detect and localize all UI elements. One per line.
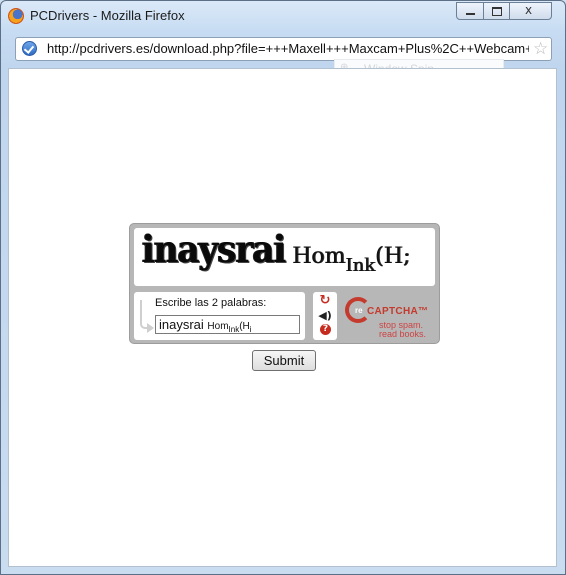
captcha-buttons: ↻ ◀) ? bbox=[313, 292, 337, 340]
firefox-icon bbox=[8, 8, 24, 24]
page-content: inaysrai HomInk(H; Escribe las 2 palabra… bbox=[8, 68, 557, 567]
logo-tagline-2: read books. bbox=[379, 329, 427, 339]
captcha-image: inaysrai HomInk(H; bbox=[134, 228, 435, 286]
url-text[interactable]: http://pcdrivers.es/download.php?file=++… bbox=[47, 41, 529, 56]
recaptcha-logo: re CAPTCHA™ stop spam. read books. bbox=[343, 294, 437, 340]
input-value-end: i bbox=[249, 325, 252, 334]
help-icon[interactable]: ? bbox=[320, 324, 331, 335]
input-value-tail: (H bbox=[239, 321, 250, 332]
browser-window: PCDrivers - Mozilla Firefox x http://pcd… bbox=[0, 0, 566, 575]
title-bar: PCDrivers - Mozilla Firefox x bbox=[1, 1, 565, 29]
close-button[interactable]: x bbox=[509, 2, 552, 20]
address-bar[interactable]: http://pcdrivers.es/download.php?file=++… bbox=[15, 37, 552, 61]
arrow-icon bbox=[140, 300, 154, 333]
star-icon[interactable]: ☆ bbox=[533, 39, 548, 59]
captcha-word-2-sub: Ink bbox=[345, 255, 375, 276]
audio-icon[interactable]: ◀) bbox=[318, 309, 332, 322]
submit-button[interactable]: Submit bbox=[252, 350, 316, 371]
captcha-word-2-tail: (H; bbox=[374, 244, 411, 269]
input-value-main: inaysrai bbox=[159, 317, 204, 332]
logo-re: re bbox=[355, 306, 363, 315]
logo-captcha: CAPTCHA™ bbox=[367, 306, 429, 317]
site-identity-icon[interactable] bbox=[22, 41, 37, 56]
captcha-response-input[interactable]: inaysrai HomInk(Hi bbox=[155, 315, 300, 334]
captcha-word-1: inaysrai bbox=[142, 228, 286, 272]
captcha-word-2-main: Hom bbox=[292, 244, 346, 269]
captcha-prompt: Escribe las 2 palabras: bbox=[155, 297, 267, 309]
maximize-button[interactable] bbox=[483, 2, 510, 20]
minimize-button[interactable] bbox=[456, 2, 484, 20]
reload-icon[interactable]: ↻ bbox=[318, 294, 332, 307]
captcha-entry-panel: Escribe las 2 palabras: inaysrai HomInk(… bbox=[134, 292, 305, 340]
recaptcha-widget: inaysrai HomInk(H; Escribe las 2 palabra… bbox=[129, 223, 440, 344]
input-value-small: Hom bbox=[207, 321, 229, 332]
input-value-sub: Ink bbox=[228, 325, 240, 334]
captcha-word-2: HomInk(H; bbox=[292, 244, 411, 276]
close-icon: x bbox=[525, 3, 533, 17]
window-title: PCDrivers - Mozilla Firefox bbox=[30, 8, 185, 23]
